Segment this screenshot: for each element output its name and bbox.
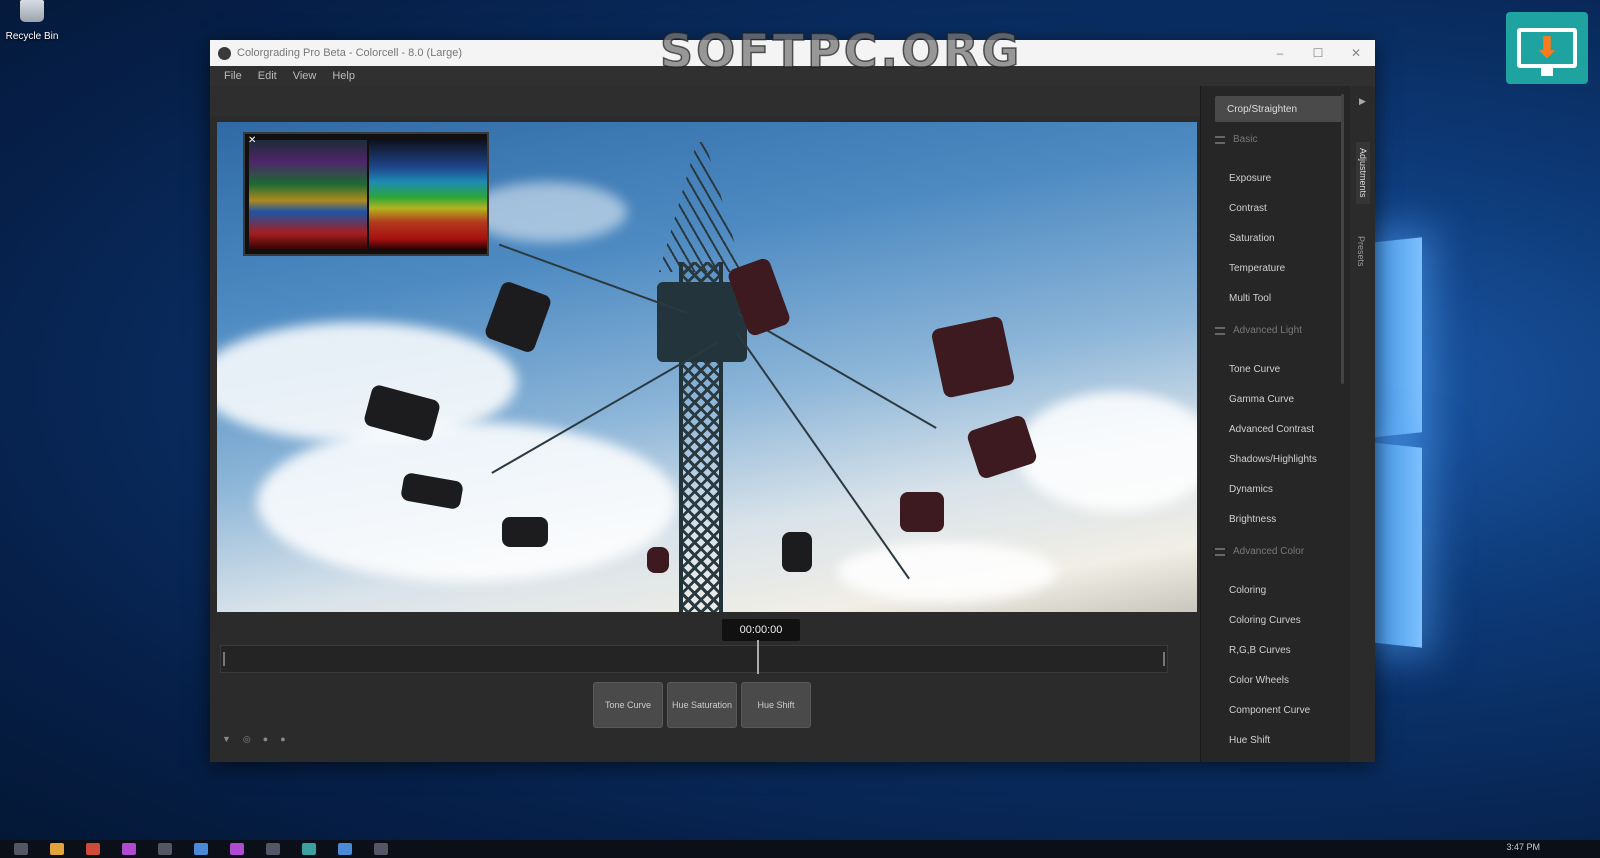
app-icon[interactable] xyxy=(302,843,316,855)
swing-seat xyxy=(930,315,1016,399)
app-icon[interactable] xyxy=(158,843,172,855)
tone-curve-button[interactable]: Tone Curve xyxy=(593,682,663,728)
adjust-hue-shift[interactable]: Hue Shift xyxy=(1201,725,1350,755)
menu-icon xyxy=(1215,135,1225,144)
timeline-end-marker[interactable] xyxy=(1163,652,1165,666)
recycle-bin-icon xyxy=(20,0,44,22)
download-badge: ⬇ xyxy=(1506,12,1588,84)
recycle-bin-label: Recycle Bin xyxy=(5,31,59,42)
taskbar: 3:47 PM xyxy=(0,840,1600,858)
maximize-button[interactable]: ☐ xyxy=(1299,40,1337,66)
app-icon[interactable] xyxy=(338,843,352,855)
cloud-shape xyxy=(837,542,1057,602)
close-button[interactable]: ✕ xyxy=(1337,40,1375,66)
adjust-brightness[interactable]: Brightness xyxy=(1201,504,1350,534)
timeline-start-marker[interactable] xyxy=(223,652,225,666)
start-icon[interactable] xyxy=(14,843,28,855)
vertical-tab-strip: ▶ Adjustments Presets xyxy=(1350,86,1375,762)
browser-icon[interactable] xyxy=(86,843,100,855)
app-icon[interactable] xyxy=(230,843,244,855)
bottom-toolbar: ▼ ◎ ● ● xyxy=(222,734,286,745)
panel-scrollbar[interactable] xyxy=(1341,94,1344,384)
adjust-dynamics[interactable]: Dynamics xyxy=(1201,474,1350,504)
adjust-temperature[interactable]: Temperature xyxy=(1201,253,1350,283)
menu-file[interactable]: File xyxy=(216,70,250,82)
swing-seat xyxy=(647,547,669,573)
adjust-color-wheels[interactable]: Color Wheels xyxy=(1201,665,1350,695)
swing-seat xyxy=(782,532,812,572)
hue-saturation-button[interactable]: Hue Saturation xyxy=(667,682,737,728)
taskbar-clock: 3:47 PM xyxy=(1506,842,1540,852)
app-icon[interactable] xyxy=(194,843,208,855)
group-label: Advanced Light xyxy=(1233,325,1302,336)
collapse-arrow-icon[interactable]: ▶ xyxy=(1350,96,1375,107)
dot-icon[interactable]: ● xyxy=(280,734,285,745)
group-header-basic[interactable]: Basic xyxy=(1215,134,1350,145)
swing-seat xyxy=(483,279,553,355)
app-icon[interactable] xyxy=(122,843,136,855)
adjust-exposure[interactable]: Exposure xyxy=(1201,163,1350,193)
tab-adjustments[interactable]: Adjustments xyxy=(1356,142,1370,204)
timecode-display: 00:00:00 xyxy=(722,619,800,641)
toolbar-strip xyxy=(210,86,1200,116)
windows-logo-wallpaper xyxy=(1370,237,1430,650)
app-logo-icon xyxy=(218,46,231,60)
adjustments-panel: Crop/Straighten Basic Exposure Contrast … xyxy=(1200,86,1350,762)
image-viewer[interactable]: ✕ xyxy=(217,122,1197,612)
menu-view[interactable]: View xyxy=(285,70,325,82)
tab-presets[interactable]: Presets xyxy=(1356,236,1366,267)
hue-shift-button[interactable]: Hue Shift xyxy=(741,682,811,728)
group-header-advanced-color[interactable]: Advanced Color xyxy=(1215,546,1350,557)
file-explorer-icon[interactable] xyxy=(50,843,64,855)
watermark-text: SOFTPC.ORG xyxy=(659,23,1023,79)
adjust-tone-curve[interactable]: Tone Curve xyxy=(1201,354,1350,384)
light-icon xyxy=(1215,326,1225,335)
dot-icon[interactable]: ● xyxy=(263,734,268,745)
adjust-contrast[interactable]: Contrast xyxy=(1201,193,1350,223)
swing-seat xyxy=(502,517,548,547)
recycle-bin-desktop-icon[interactable]: Recycle Bin xyxy=(4,0,60,44)
ride-tower-top xyxy=(659,142,743,272)
cloud-shape xyxy=(467,182,627,242)
curve-button-row: Tone Curve Hue Saturation Hue Shift xyxy=(593,682,811,728)
app-icon[interactable] xyxy=(266,843,280,855)
colorgrading-app-icon[interactable] xyxy=(374,843,388,855)
cloud-shape xyxy=(1017,392,1197,512)
swing-seat xyxy=(900,492,944,532)
app-window: Colorgrading Pro Beta - Colorcell - 8.0 … xyxy=(210,40,1375,762)
adjust-advanced-contrast[interactable]: Advanced Contrast xyxy=(1201,414,1350,444)
scopes-overlay[interactable]: ✕ xyxy=(243,132,489,256)
swing-chain xyxy=(736,332,910,580)
adjust-rgb-curves[interactable]: R,G,B Curves xyxy=(1201,635,1350,665)
group-label: Advanced Color xyxy=(1233,546,1305,557)
scopes-close-icon[interactable]: ✕ xyxy=(248,135,256,146)
parade-scope xyxy=(369,140,487,250)
menu-help[interactable]: Help xyxy=(324,70,363,82)
color-icon xyxy=(1215,547,1225,556)
adjust-gamma-curve[interactable]: Gamma Curve xyxy=(1201,384,1350,414)
adjust-coloring[interactable]: Coloring xyxy=(1201,575,1350,605)
minimize-button[interactable]: – xyxy=(1261,40,1299,66)
group-header-advanced-light[interactable]: Advanced Light xyxy=(1215,325,1350,336)
adjust-shadows-highlights[interactable]: Shadows/Highlights xyxy=(1201,444,1350,474)
cloud-shape xyxy=(257,422,677,582)
adjust-multi-tool[interactable]: Multi Tool xyxy=(1201,283,1350,313)
filter-icon[interactable]: ▼ xyxy=(222,734,231,745)
crop-straighten-button[interactable]: Crop/Straighten xyxy=(1215,96,1342,122)
waveform-scope xyxy=(249,140,367,250)
adjust-coloring-curves[interactable]: Coloring Curves xyxy=(1201,605,1350,635)
menu-edit[interactable]: Edit xyxy=(250,70,285,82)
group-label: Basic xyxy=(1233,134,1258,145)
compare-icon[interactable]: ◎ xyxy=(243,734,251,745)
timeline-playhead[interactable] xyxy=(757,640,759,674)
adjust-saturation[interactable]: Saturation xyxy=(1201,223,1350,253)
monitor-download-icon: ⬇ xyxy=(1517,28,1577,76)
window-title: Colorgrading Pro Beta - Colorcell - 8.0 … xyxy=(237,47,462,59)
adjust-component-curve[interactable]: Component Curve xyxy=(1201,695,1350,725)
timeline-scrubber[interactable] xyxy=(220,640,1168,674)
